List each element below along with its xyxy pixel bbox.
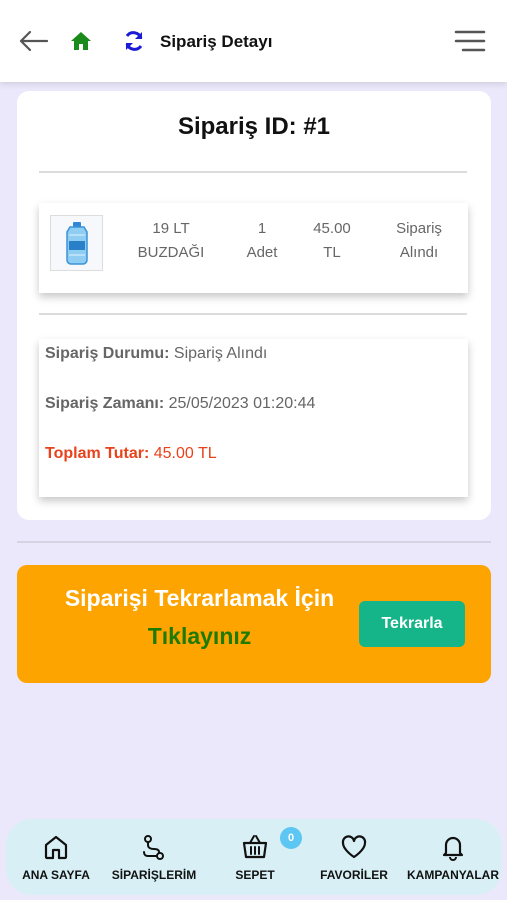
top-bar: Sipariş Detayı [0, 0, 507, 82]
order-total-value: 45.00 TL [153, 445, 217, 462]
repeat-order-banner: Siparişi Tekrarlamak İçin Tıklayınız Tek… [17, 565, 491, 683]
bell-icon [437, 831, 469, 863]
order-status-value: Sipariş Alındı [173, 345, 268, 362]
nav-favorites[interactable]: FAVORİLER [314, 831, 394, 891]
divider [39, 313, 467, 315]
order-summary: Sipariş Durumu: Sipariş Alındı Sipariş Z… [39, 339, 468, 497]
item-quantity-unit: Adet [246, 244, 278, 261]
item-status-line2: Alındı [399, 244, 439, 261]
order-status-label: Sipariş Durumu: [45, 345, 170, 362]
item-status-line1: Sipariş [396, 220, 442, 237]
nav-home-label: ANA SAYFA [22, 868, 90, 882]
order-status: Sipariş Durumu: Sipariş Alındı [45, 345, 267, 363]
repeat-order-highlight: Tıklayınız [147, 623, 252, 649]
bottom-navigation: ANA SAYFA SİPARİŞLERİM SEPET 0 FAVORİLER… [6, 819, 502, 895]
item-status: Sipariş Alındı [384, 217, 454, 265]
nav-orders[interactable]: SİPARİŞLERİM [104, 831, 204, 891]
arrow-left-icon[interactable] [14, 24, 52, 58]
nav-orders-label: SİPARİŞLERİM [111, 868, 197, 882]
page-title: Sipariş Detayı [160, 32, 273, 51]
order-time-value: 25/05/2023 01:20:44 [168, 395, 316, 412]
item-name: 19 LT BUZDAĞI [121, 217, 221, 265]
item-name-line2: BUZDAĞI [137, 244, 205, 261]
divider [17, 541, 491, 543]
repeat-order-button[interactable]: Tekrarla [359, 601, 465, 647]
water-bottle-icon [50, 215, 103, 271]
order-total: Toplam Tutar: 45.00 TL [45, 445, 217, 463]
home-outline-icon [40, 831, 72, 863]
order-item-row: 19 LT BUZDAĞI 1 Adet 45.00 TL Sipariş Al… [39, 203, 468, 293]
repeat-order-text: Siparişi Tekrarlamak İçin [64, 585, 335, 611]
nav-campaigns-label: KAMPANYALAR [406, 868, 499, 882]
order-time-label: Sipariş Zamanı: [45, 395, 165, 412]
item-price-value: 45.00 [313, 220, 351, 237]
heart-icon [338, 831, 370, 863]
nav-campaigns[interactable]: KAMPANYALAR [404, 831, 502, 891]
nav-favorites-label: FAVORİLER [320, 868, 388, 882]
refresh-icon[interactable] [120, 27, 148, 55]
hamburger-menu-icon[interactable] [452, 26, 488, 56]
divider [39, 171, 467, 173]
item-quantity: 1 Adet [232, 217, 292, 265]
order-time: Sipariş Zamanı: 25/05/2023 01:20:44 [45, 395, 315, 413]
nav-cart-label: SEPET [235, 868, 275, 882]
basket-icon [239, 831, 271, 863]
nav-home[interactable]: ANA SAYFA [20, 831, 92, 891]
item-price: 45.00 TL [302, 217, 362, 265]
route-icon [138, 831, 170, 863]
order-total-label: Toplam Tutar: [45, 445, 150, 462]
order-detail-card: Sipariş ID: #1 19 LT BUZDAĞI 1 Adet 45.0… [17, 91, 491, 520]
nav-cart[interactable]: SEPET [224, 831, 286, 891]
item-quantity-value: 1 [257, 220, 267, 237]
item-name-line1: 19 LT [152, 220, 190, 237]
home-icon[interactable] [68, 28, 94, 54]
item-price-currency: TL [323, 244, 341, 261]
order-id: Sipariş ID: #1 [177, 113, 331, 140]
cart-count-badge: 0 [280, 827, 302, 849]
